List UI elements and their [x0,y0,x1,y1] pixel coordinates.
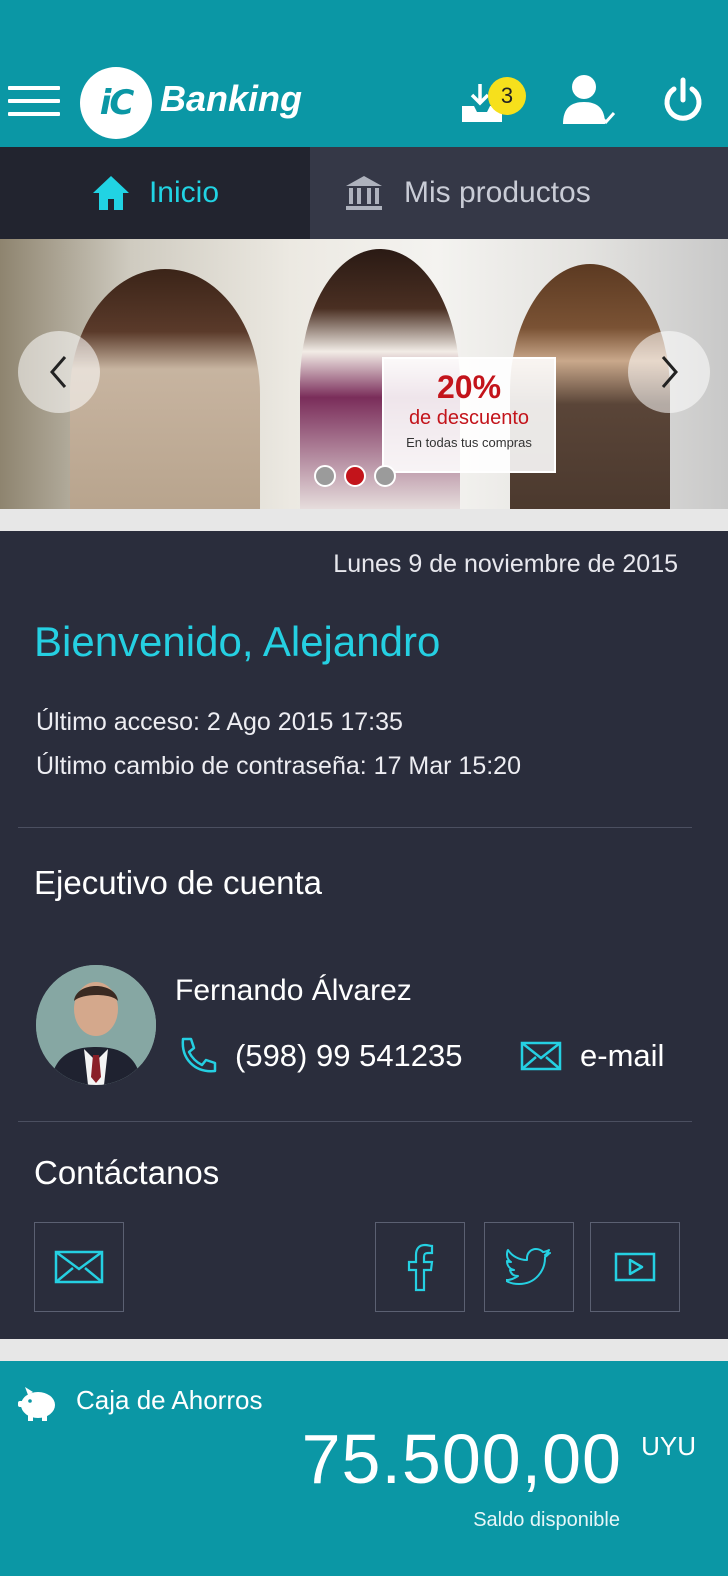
youtube-button[interactable] [590,1222,680,1312]
tab-products[interactable]: Mis productos [310,147,636,239]
executive-phone-number: (598) 99 541235 [235,1038,463,1073]
envelope-icon [520,1041,562,1071]
home-icon [92,176,129,210]
facebook-button[interactable] [375,1222,465,1312]
bank-icon [346,176,382,210]
twitter-button[interactable] [484,1222,574,1312]
facebook-icon [407,1243,434,1292]
banner-photo-person-1 [70,269,260,509]
envelope-icon [54,1250,104,1284]
tab-products-label: Mis productos [404,176,591,209]
promo-banner-carousel[interactable]: 20% de descuento En todas tus compras [0,239,728,509]
section-divider [18,1121,692,1122]
carousel-dot-1[interactable] [314,465,336,487]
brand-name: Banking [160,78,303,119]
savings-account-card[interactable]: Caja de Ahorros 75.500,00 UYU Saldo disp… [0,1361,728,1576]
last-password-change-text: Último cambio de contraseña: 17 Mar 15:2… [36,752,521,780]
promo-subtext: En todas tus compras [406,435,532,450]
tab-home-label: Inicio [148,176,220,209]
account-currency: UYU [641,1431,696,1461]
account-name: Caja de Ahorros [76,1385,263,1415]
current-date: Lunes 9 de noviembre de 2015 [333,550,678,578]
carousel-dot-2[interactable] [344,465,366,487]
tab-home[interactable]: Inicio [0,147,310,239]
youtube-play-icon [614,1252,656,1282]
user-profile-icon[interactable] [560,72,618,130]
carousel-dot-3[interactable] [374,465,396,487]
promo-text: de descuento [408,407,530,429]
promo-card: 20% de descuento En todas tus compras [382,357,556,473]
banner-prev-button[interactable] [18,331,100,413]
piggy-bank-icon [16,1383,58,1427]
banner-next-button[interactable] [628,331,710,413]
last-access-text: Último acceso: 2 Ago 2015 17:35 [36,708,403,736]
app-header: iC Banking 3 [0,0,728,147]
contact-email-button[interactable] [34,1222,124,1312]
executive-section-title: Ejecutivo de cuenta [34,864,323,901]
brand-logo: iC [80,67,152,139]
section-divider [18,827,692,828]
executive-email-label: e-mail [580,1038,665,1073]
carousel-dots [314,465,396,487]
banner-bottom-divider [0,509,728,531]
executive-name: Fernando Álvarez [175,974,412,1007]
main-tabs: Inicio Mis productos [0,147,728,239]
section-bottom-divider [0,1339,728,1361]
executive-phone-link[interactable]: (598) 99 541235 [175,1034,463,1078]
notification-badge[interactable]: 3 [488,77,526,115]
chevron-right-icon [661,356,678,388]
executive-avatar [36,965,156,1085]
twitter-icon [506,1248,551,1285]
power-logout-icon[interactable] [660,72,706,128]
executive-email-link[interactable]: e-mail [520,1034,664,1078]
welcome-greeting: Bienvenido, Alejandro [34,618,441,665]
account-balance: 75.500,00 [301,1420,622,1498]
phone-icon [181,1037,217,1073]
account-balance-label: Saldo disponible [473,1509,620,1531]
promo-percent: 20% [436,369,502,405]
contact-section-title: Contáctanos [34,1154,220,1191]
menu-icon[interactable] [8,86,60,118]
chevron-left-icon [50,356,67,388]
